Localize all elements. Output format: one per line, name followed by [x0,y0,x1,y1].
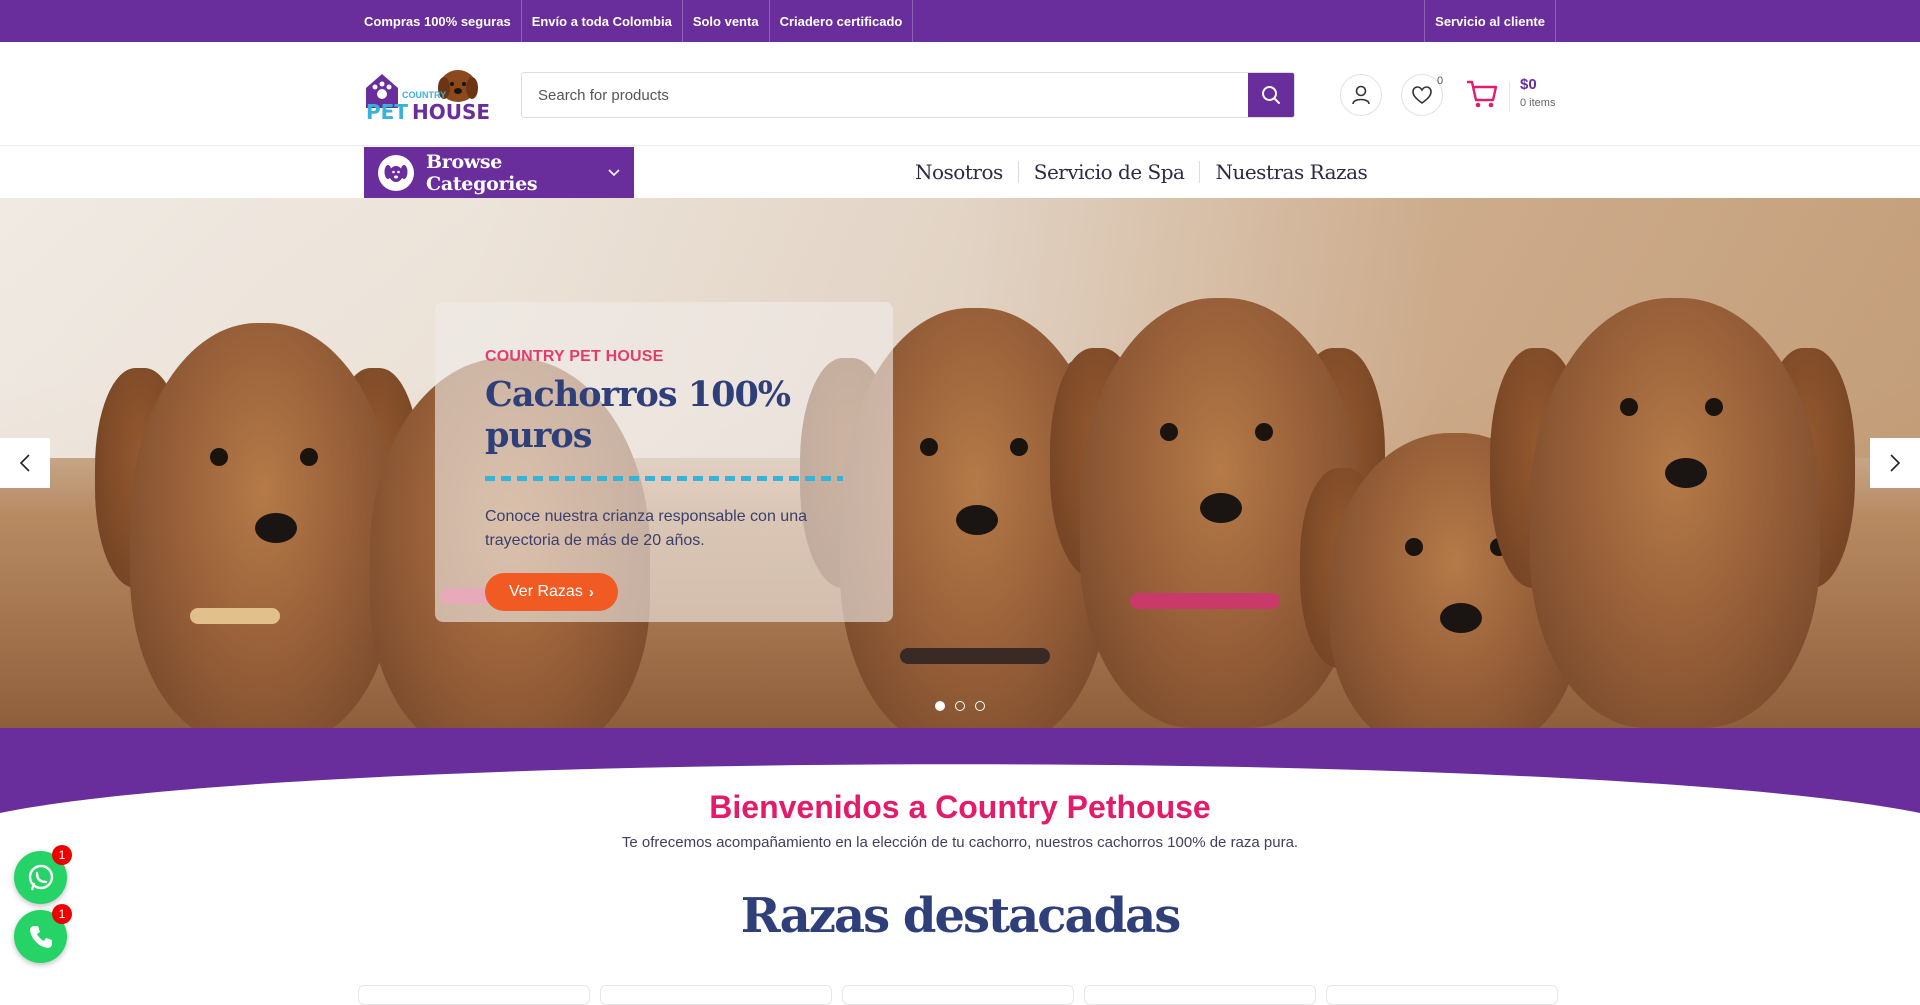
search-bar [521,72,1295,118]
ver-razas-button[interactable]: Ver Razas › [485,573,618,611]
featured-breeds-title: Razas destacadas [740,888,1182,944]
feature-certified-breeder[interactable]: Criadero certificado [770,0,914,42]
slider-prev-button[interactable] [0,438,50,488]
chevron-down-icon [608,168,620,176]
feature-sale-only[interactable]: Solo venta [683,0,770,42]
search-button[interactable] [1248,73,1294,117]
slider-dot-1[interactable] [935,701,945,711]
slider-next-button[interactable] [1870,438,1920,488]
svg-text:HOUSE: HOUSE [412,100,490,122]
chevron-left-icon [19,454,30,472]
top-bar-features: Compras 100% seguras Envío a toda Colomb… [364,0,914,42]
ver-razas-label: Ver Razas [509,583,583,600]
customer-service-link[interactable]: Servicio al cliente [1424,0,1556,42]
svg-text:PET: PET [366,100,408,122]
phone-button[interactable]: 1 [14,904,72,963]
hero-title: Cachorros 100% puros [485,374,791,456]
browse-categories-button[interactable]: Browse Categories [364,147,634,198]
cart-button[interactable] [1462,74,1502,114]
hero-slider: COUNTRY PET HOUSE Cachorros 100% puros C… [0,198,1920,728]
breed-card[interactable] [1326,985,1558,1005]
breed-card[interactable] [842,985,1074,1005]
cart-items-count: 0 items [1520,97,1556,109]
feature-secure-purchase[interactable]: Compras 100% seguras [364,0,522,42]
main-nav: Browse Categories Nosotros Servicio de S… [0,146,1920,198]
whatsapp-badge: 1 [52,845,72,865]
whatsapp-icon [28,864,53,890]
slider-dots [935,701,985,711]
top-bar: Compras 100% seguras Envío a toda Colomb… [0,0,1920,42]
svg-text:COUNTRY: COUNTRY [402,90,446,100]
hero-description: Conoce nuestra crianza responsable con u… [485,508,807,549]
feature-shipping[interactable]: Envío a toda Colombia [522,0,683,42]
menu-item-spa[interactable]: Servicio de Spa [1019,161,1201,183]
slider-dot-2[interactable] [955,701,965,711]
cart-icon [1467,80,1498,108]
heart-icon [1412,86,1432,104]
hero-card: COUNTRY PET HOUSE Cachorros 100% puros C… [435,302,893,622]
main-menu: Nosotros Servicio de Spa Nuestras Razas [900,146,1382,198]
chevron-right-icon: › [588,583,594,601]
browse-categories-label: Browse Categories [426,150,538,195]
hero-kicker: COUNTRY PET HOUSE [485,348,664,365]
user-icon [1352,85,1370,105]
slider-dot-3[interactable] [975,701,985,711]
search-icon [1262,86,1280,104]
search-input[interactable] [522,73,1248,117]
whatsapp-button[interactable]: 1 [14,845,72,904]
chevron-right-icon [1890,454,1901,472]
welcome-title: Bienvenidos a Country Pethouse [709,789,1211,825]
account-button[interactable] [1340,74,1382,116]
phone-icon [29,925,52,948]
menu-item-razas[interactable]: Nuestras Razas [1200,161,1382,183]
menu-item-nosotros[interactable]: Nosotros [900,161,1019,183]
phone-badge: 1 [52,904,72,924]
site-logo[interactable]: COUNTRY PET HOUSE [364,66,490,124]
featured-breeds-list [358,985,1558,1005]
breed-card[interactable] [358,985,590,1005]
welcome-text: Te ofrecemos acompañamiento en la elecci… [621,834,1299,851]
breed-card[interactable] [1084,985,1316,1005]
cart-divider [1509,82,1510,112]
hero-divider [485,476,843,481]
wishlist-count: 0 [1437,75,1444,87]
site-header: COUNTRY PET HOUSE 0 $0 0 items [0,42,1920,146]
cart-total[interactable]: $0 [1520,76,1537,93]
breed-card[interactable] [600,985,832,1005]
dog-icon [378,154,414,191]
